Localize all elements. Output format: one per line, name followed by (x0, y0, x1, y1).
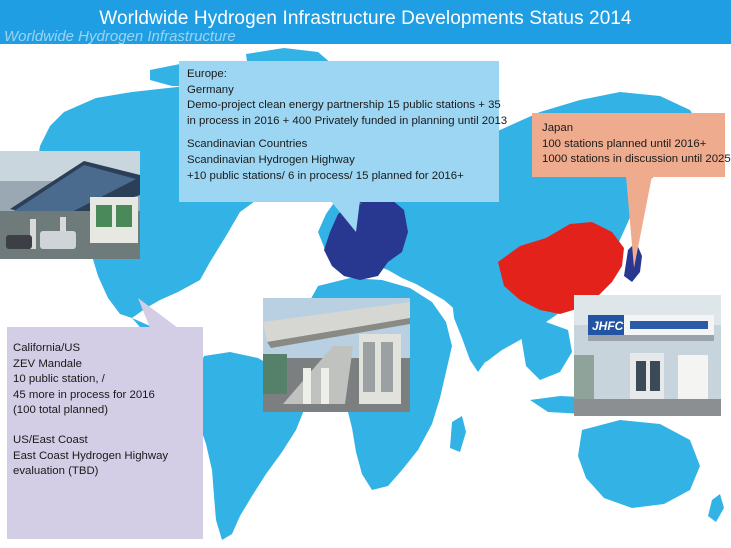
japan-station-photo: JHFC (574, 295, 721, 416)
europe-callout-line: Demo-project clean energy partnership 15… (187, 99, 501, 112)
new-zealand-islands (708, 494, 724, 522)
europe-callout-line: Scandinavian Hydrogen Highway (187, 153, 355, 166)
india-landmass (452, 300, 504, 372)
us-callout: California/US ZEV Mandale 10 public stat… (7, 327, 203, 539)
japan-callout-line: Japan (542, 122, 574, 134)
europe-callout-line: Europe: (187, 68, 227, 80)
us-callout-line: 10 public station, / (13, 373, 105, 386)
jhfc-sign-text: JHFC (592, 319, 624, 333)
europe-station-photo (263, 298, 410, 412)
us-callout-line: 45 more in process for 2016 (13, 388, 155, 401)
us-callout-line: California/US (13, 342, 81, 354)
us-callout-line: evaluation (TBD) (13, 465, 99, 478)
europe-callout: Europe: Germany Demo-project clean energ… (179, 61, 508, 202)
southeast-asia-landmass (520, 322, 572, 380)
title-ghost-line: Developments Status 2014 (4, 45, 185, 62)
japan-callout-line: 1000 stations in discussion until 2025 (542, 153, 731, 166)
europe-callout-line: +10 public stations/ 6 in process/ 15 pl… (187, 169, 464, 182)
japan-callout-line: 100 stations planned until 2016+ (542, 137, 707, 150)
page-title: Worldwide Hydrogen Infrastructure Develo… (99, 8, 632, 29)
title-ghost-line: Worldwide Hydrogen Infrastructure (4, 28, 236, 45)
us-callout-line: ZEV Mandale (13, 357, 83, 370)
us-callout-line: US/East Coast (13, 433, 88, 446)
madagascar-island (450, 416, 466, 452)
europe-callout-line: in process in 2016 + 400 Privately funde… (187, 114, 508, 127)
us-station-photo (0, 151, 140, 259)
japan-callout: Japan 100 stations planned until 2016+ 1… (532, 113, 731, 177)
europe-callout-line: Germany (187, 83, 234, 96)
australia-landmass (578, 420, 700, 508)
us-callout-line: (100 total planned) (13, 404, 108, 417)
infographic: Worldwide Hydrogen Infrastructure Develo… (0, 0, 731, 548)
us-callout-line: East Coast Hydrogen Highway (13, 449, 169, 462)
europe-callout-line: Scandinavian Countries (187, 138, 308, 151)
title-ghost-overlay: Worldwide Hydrogen Infrastructure Develo… (4, 28, 236, 62)
